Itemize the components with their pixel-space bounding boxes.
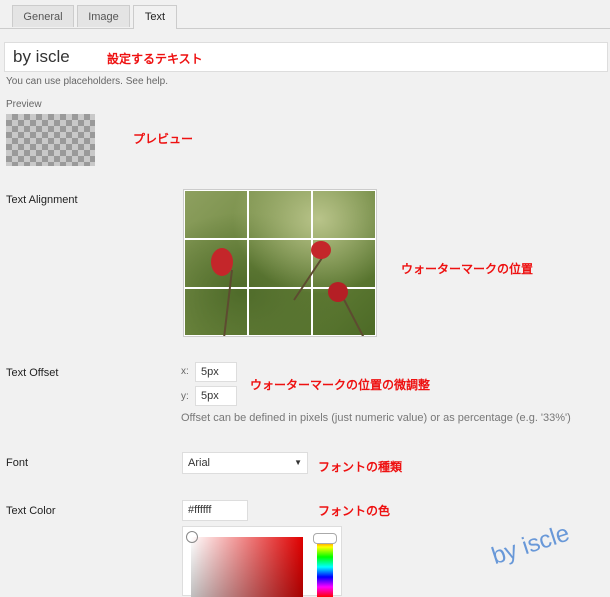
preview-label: Preview [6,99,42,110]
tab-image[interactable]: Image [77,5,130,27]
font-select[interactable]: Arial ▼ [182,452,308,474]
text-color-label: Text Color [6,505,56,517]
rosehip-photo [211,241,365,336]
hue-slider-handle[interactable] [313,533,337,544]
font-select-value: Arial [188,457,211,469]
offset-x-input[interactable]: 5px [195,362,237,382]
offset-y-label: y: [181,391,189,402]
chevron-down-icon: ▼ [294,458,302,467]
tab-general[interactable]: General [12,5,74,27]
color-picker [182,526,342,597]
offset-x-label: x: [181,366,189,377]
annotation-offset: ウォーターマークの位置の微調整 [250,378,431,392]
annotation-font: フォントの種類 [318,460,403,474]
text-offset-label: Text Offset [6,367,59,379]
help-text: You can use placeholders. See help. [6,76,168,87]
offset-y-input[interactable]: 5px [195,386,237,406]
alignment-grid [183,189,377,337]
annotation-position: ウォーターマークの位置 [401,262,534,276]
tab-bar: General Image Text [0,0,610,29]
text-alignment-label: Text Alignment [6,194,78,206]
offset-help: Offset can be defined in pixels (just nu… [181,412,571,424]
annotation-preview: プレビュー [133,132,194,146]
color-saturation-area[interactable] [191,537,303,597]
tab-text[interactable]: Text [133,5,177,29]
preview-image [6,114,95,166]
watermark-text: by iscle [488,519,573,571]
hue-slider[interactable] [317,537,333,597]
color-input[interactable]: #ffffff [182,500,248,521]
color-picker-handle[interactable] [186,531,198,543]
font-label: Font [6,457,29,469]
text-input[interactable]: by iscle [4,42,608,72]
annotation-color: フォントの色 [318,504,391,518]
annotation-text: 設定するテキスト [107,52,203,66]
